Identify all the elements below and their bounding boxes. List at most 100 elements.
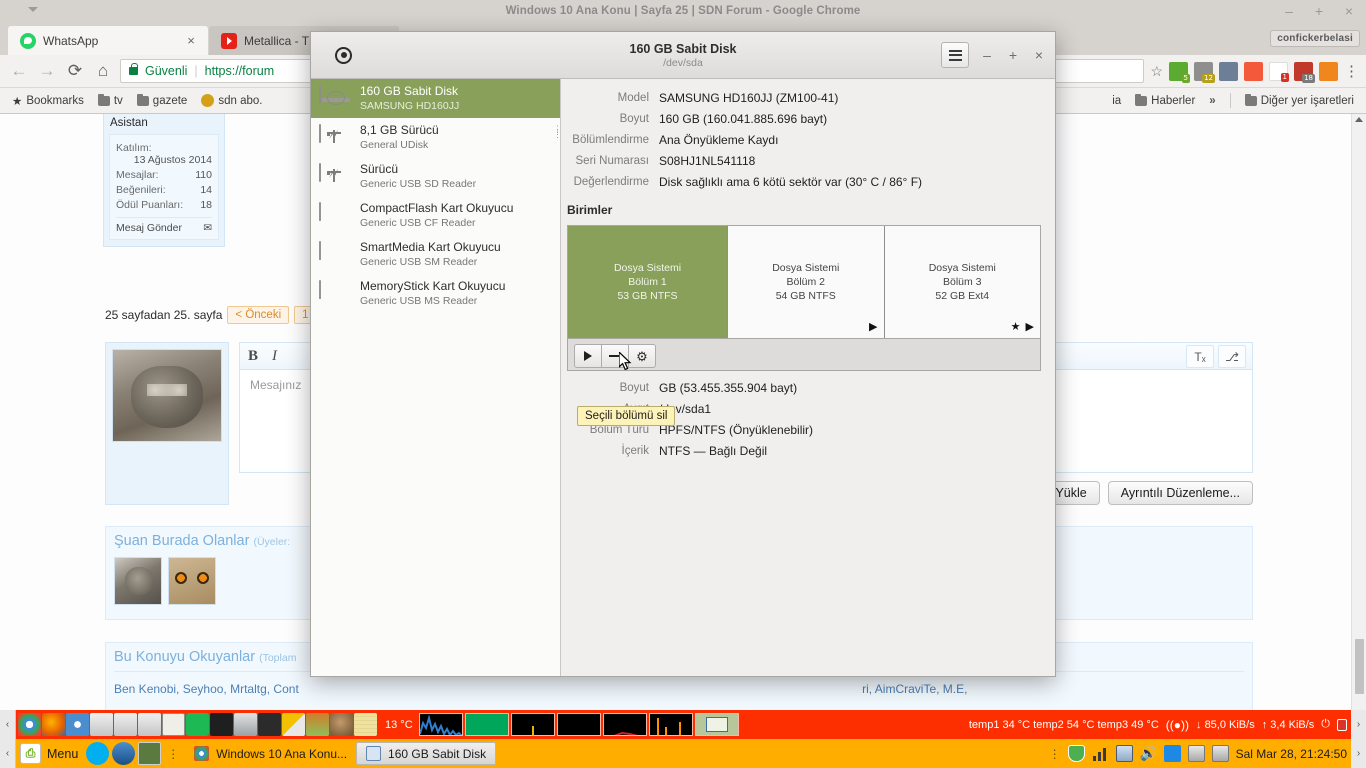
adblock-extension-icon[interactable]: 5 bbox=[1169, 61, 1190, 83]
bookmarks-overflow-button[interactable]: » bbox=[1205, 94, 1219, 108]
disk2-tray-icon[interactable] bbox=[1211, 745, 1229, 762]
disks-minimize-button[interactable]: – bbox=[979, 47, 995, 63]
clock[interactable]: Sal Mar 28, 21:24:50 bbox=[1236, 747, 1347, 761]
disk1-tray-icon[interactable] bbox=[1187, 745, 1205, 762]
signal-tray-icon[interactable] bbox=[1092, 745, 1109, 762]
chrome-caret-icon[interactable] bbox=[28, 7, 38, 12]
gmail-extension-icon[interactable]: 1 bbox=[1269, 61, 1289, 82]
notes-launcher-icon[interactable] bbox=[354, 713, 377, 736]
volume-partition-3[interactable]: Dosya Sistemi Bölüm 3 52 GB Ext4 ★ ▶ bbox=[884, 226, 1040, 338]
other-bookmarks-folder[interactable]: Diğer yer işaretleri bbox=[1241, 93, 1358, 108]
taskbar-window-disks[interactable]: 160 GB Sabit Disk bbox=[356, 742, 497, 765]
scrollbar-thumb[interactable] bbox=[1355, 639, 1364, 694]
bookmark-sdn-abo[interactable]: sdn abo. bbox=[197, 93, 266, 108]
cat-avatar[interactable] bbox=[114, 557, 162, 605]
tray-grip-icon[interactable]: ⋮ bbox=[1049, 747, 1061, 761]
disks-close-button[interactable]: × bbox=[1031, 47, 1047, 63]
device-item-udisk[interactable]: 8,1 GB Sürücü General UDisk bbox=[311, 118, 560, 157]
shield-tray-icon[interactable] bbox=[1067, 745, 1085, 762]
skype-panel-icon[interactable] bbox=[86, 742, 110, 765]
equalizer-extension-icon[interactable] bbox=[1219, 61, 1238, 81]
forward-button[interactable]: → bbox=[36, 60, 58, 82]
chrome-menu-button[interactable]: ⋮ bbox=[1344, 62, 1359, 80]
battery-tray-icon[interactable] bbox=[1163, 745, 1181, 762]
load-graph[interactable] bbox=[648, 713, 693, 736]
volume-partition-2[interactable]: Dosya Sistemi Bölüm 2 54 GB NTFS ▶ bbox=[728, 226, 885, 338]
terminal-panel-icon[interactable] bbox=[138, 742, 162, 765]
mount-volume-button[interactable] bbox=[574, 344, 602, 368]
browser-panel-icon[interactable] bbox=[112, 742, 136, 765]
taskbar-window-chrome[interactable]: Windows 10 Ana Konu... bbox=[185, 742, 356, 765]
disks-maximize-button[interactable]: + bbox=[1005, 47, 1021, 63]
memory-graph[interactable] bbox=[464, 713, 509, 736]
device-item-ms-reader[interactable]: MemoryStick Kart Okuyucu Generic USB MS … bbox=[311, 274, 560, 313]
power-icon[interactable]: ⏻ bbox=[1321, 718, 1330, 731]
volume-tray-icon[interactable]: 🔊 bbox=[1140, 745, 1157, 762]
pocket-extension-icon[interactable] bbox=[1244, 61, 1263, 81]
source-view-icon[interactable]: ⎇ bbox=[1218, 345, 1246, 368]
media-player-launcher-icon[interactable] bbox=[258, 713, 281, 736]
bookmarks-root[interactable]: ★ Bookmarks bbox=[8, 93, 88, 109]
image-viewer-launcher-icon[interactable] bbox=[306, 713, 329, 736]
window-preview[interactable] bbox=[694, 713, 739, 736]
scroll-up-icon[interactable] bbox=[1355, 117, 1363, 122]
usb-launcher-icon[interactable] bbox=[114, 713, 137, 736]
owl-avatar[interactable] bbox=[168, 557, 216, 605]
chrome-minimize-button[interactable]: – bbox=[1282, 2, 1296, 20]
chromium-launcher-icon[interactable] bbox=[66, 713, 89, 736]
usb2-launcher-icon[interactable] bbox=[138, 713, 161, 736]
lock-icon[interactable] bbox=[1337, 718, 1347, 731]
bookmark-star-icon[interactable]: ☆ bbox=[1150, 63, 1163, 80]
window-list-grip-icon[interactable]: ⋮ bbox=[167, 747, 179, 761]
readers-title[interactable]: Bu Konuyu Okuyanlar bbox=[114, 649, 255, 665]
volume-options-button[interactable]: ⚙ bbox=[628, 344, 656, 368]
chrome-maximize-button[interactable]: + bbox=[1312, 2, 1326, 20]
swap-graph[interactable] bbox=[510, 713, 555, 736]
bold-button[interactable]: B bbox=[248, 348, 258, 365]
video-editor-launcher-icon[interactable] bbox=[282, 713, 305, 736]
chrome-close-button[interactable]: × bbox=[1342, 2, 1356, 20]
bottom-panel-expand-button[interactable]: › bbox=[1351, 739, 1366, 768]
start-menu-button[interactable]: ⎙ Menu bbox=[16, 743, 86, 764]
calculator-launcher-icon[interactable] bbox=[162, 713, 185, 736]
panel-collapse-left-button[interactable]: ‹ bbox=[0, 710, 16, 739]
device-item-sm-reader[interactable]: SmartMedia Kart Okuyucu Generic USB SM R… bbox=[311, 235, 560, 274]
home-button[interactable]: ⌂ bbox=[92, 60, 114, 82]
spotify-launcher-icon[interactable] bbox=[186, 713, 209, 736]
bottom-panel-collapse-button[interactable]: ‹ bbox=[0, 739, 16, 768]
hamburger-icon[interactable] bbox=[941, 42, 969, 68]
device-item-sd-reader[interactable]: Sürücü Generic USB SD Reader bbox=[311, 157, 560, 196]
shield-extension-icon[interactable]: 18 bbox=[1294, 61, 1315, 83]
cpu-graph[interactable] bbox=[418, 713, 463, 736]
device-item-cf-reader[interactable]: CompactFlash Kart Okuyucu Generic USB CF… bbox=[311, 196, 560, 235]
remove-format-icon[interactable]: Tₓ bbox=[1186, 345, 1214, 368]
now-online-title[interactable]: Şuan Burada Olanlar bbox=[114, 533, 249, 549]
user-extension-icon[interactable] bbox=[1319, 61, 1338, 81]
terminal-launcher-icon[interactable] bbox=[210, 713, 233, 736]
send-message-link[interactable]: Mesaj Gönder ✉ bbox=[116, 222, 212, 234]
volume-partition-1[interactable]: Dosya Sistemi Bölüm 1 53 GB NTFS bbox=[568, 226, 728, 338]
reload-button[interactable]: ⟳ bbox=[64, 60, 86, 82]
display-tray-icon[interactable] bbox=[1115, 745, 1133, 762]
ghostery-extension-icon[interactable]: 12 bbox=[1194, 61, 1215, 83]
disk-graph[interactable] bbox=[602, 713, 647, 736]
bookmark-haberler[interactable]: Haberler bbox=[1131, 93, 1199, 108]
bookmark-tv[interactable]: tv bbox=[94, 93, 127, 108]
disks-titlebar[interactable]: 160 GB Sabit Disk /dev/sda – + × bbox=[311, 32, 1055, 79]
back-button[interactable]: ← bbox=[8, 60, 30, 82]
bookmark-gazete[interactable]: gazete bbox=[133, 93, 192, 108]
chrome-titlebar[interactable]: Windows 10 Ana Konu | Sayfa 25 | SDN For… bbox=[0, 0, 1366, 22]
tab-close-icon[interactable]: × bbox=[184, 33, 198, 48]
firefox-launcher-icon[interactable] bbox=[42, 713, 65, 736]
tab-whatsapp[interactable]: WhatsApp × bbox=[8, 26, 208, 55]
bookmark-ia[interactable]: ia bbox=[1108, 94, 1125, 108]
device-item-hdd[interactable]: 160 GB Sabit Disk SAMSUNG HD160JJ bbox=[311, 79, 560, 118]
chrome-launcher-icon[interactable] bbox=[18, 713, 41, 736]
network-graph[interactable] bbox=[556, 713, 601, 736]
advanced-edit-button[interactable]: Ayrıntılı Düzenleme... bbox=[1107, 481, 1253, 505]
italic-button[interactable]: I bbox=[272, 348, 277, 365]
previous-page-button[interactable]: < Önceki bbox=[227, 306, 290, 324]
profile-name-badge[interactable]: confickerbelasi bbox=[1270, 30, 1360, 47]
vm-launcher-icon[interactable] bbox=[234, 713, 257, 736]
panel-expand-right-button[interactable]: › bbox=[1351, 710, 1366, 739]
